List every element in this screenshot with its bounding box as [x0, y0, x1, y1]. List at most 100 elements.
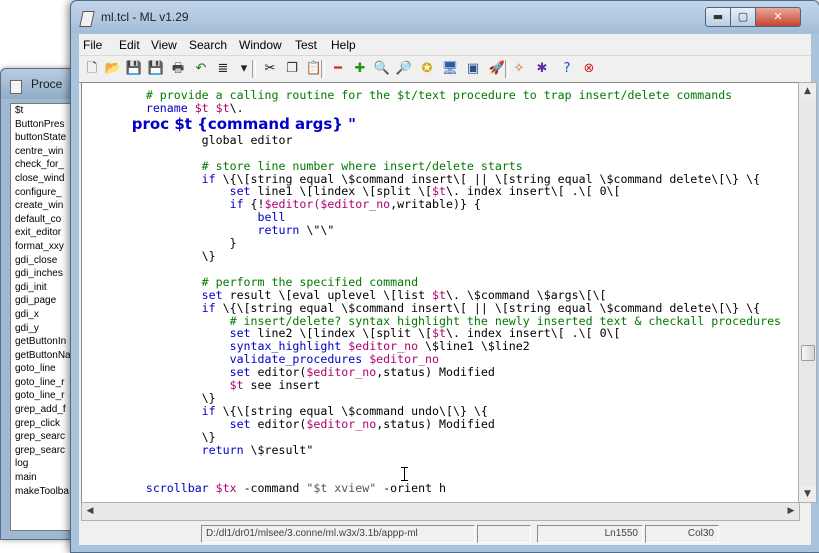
code-line: scrollbar $tx -command "$t xview" -orien… [90, 482, 781, 495]
code-token: return [90, 442, 251, 457]
code-token: proc $t {command args} " [90, 114, 356, 133]
print-icon[interactable]: 🖶 [168, 59, 188, 79]
text-cursor-icon [401, 467, 408, 481]
maximize-button[interactable]: ▢ [730, 7, 756, 27]
main-window: ml.tcl - ML v1.29 ▬ ▢ ✕ File Edit View Sear… [70, 0, 819, 553]
client-area: File Edit View Search Window Test Help 🗋 📂 💾 💾 🖶 ↶ ≣… [79, 34, 817, 545]
menu-help[interactable]: Help [331, 38, 356, 52]
code-line: return \$result" [90, 442, 781, 457]
menu-edit[interactable]: Edit [119, 38, 140, 52]
code-token: ,status) Modified [376, 416, 495, 431]
code-token: $editor_no [348, 339, 426, 354]
code-token: editor( [257, 416, 307, 431]
code-token: $t $t [194, 100, 230, 115]
decrease-icon[interactable]: ━ [328, 59, 348, 79]
code-token: $editor_no [306, 365, 377, 380]
open-folder-icon[interactable]: 📂 [103, 59, 123, 79]
save-all-icon[interactable]: 💾 [146, 59, 166, 79]
code-token: -orient h [376, 481, 447, 496]
toolbar-separator [505, 60, 509, 78]
vertical-scrollbar[interactable]: ▲ ▼ [798, 82, 817, 503]
code-token: validate_procedures [90, 352, 370, 367]
code-line: rename $t $t\. [90, 100, 781, 115]
code-token: global editor [90, 132, 293, 147]
code-token: set [90, 365, 258, 380]
monitor-icon[interactable]: 🖥 [440, 59, 460, 79]
code-token: ,writable)} { [390, 197, 481, 212]
increase-icon[interactable]: ✚ [350, 59, 370, 79]
status-column: Col30 [645, 525, 719, 543]
debug-icon[interactable]: ✱ [532, 59, 552, 79]
format-icon[interactable]: ≣ [213, 59, 233, 79]
code-token: rename [90, 100, 195, 115]
status-line: Ln1550 [537, 525, 643, 543]
code-token: \"\" [306, 223, 335, 238]
code-line: global editor [90, 132, 781, 147]
feather-icon [79, 11, 95, 27]
code-token: $t [432, 326, 447, 341]
stop-icon[interactable]: ⊗ [579, 59, 599, 79]
scroll-down-arrow-icon[interactable]: ▼ [799, 486, 816, 502]
toolbar: 🗋 📂 💾 💾 🖶 ↶ ≣ ▾ ✂ ❐ 📋 ━ ✚ 🔍 🔎 ✪ 🖥 ▣ 🚀 ✧ ✱? ⊗ [79, 55, 811, 83]
statusbar: D:/dl1/dr01/mlsee/3.conne/ml.w3x/3.1b/ap… [79, 521, 811, 545]
code-token: \{\[string equal \$command insert\[ || \… [222, 300, 761, 315]
code-token: line1 \[lindex \[split \[ [257, 184, 433, 199]
menubar: File Edit View Search Window Test Help [79, 34, 811, 55]
code-token: } [90, 236, 237, 251]
code-token: # perform the specified command [90, 274, 419, 289]
vertical-scroll-thumb[interactable] [801, 345, 815, 361]
code-token: $editor_no [369, 352, 440, 367]
bookmark-icon[interactable]: ✪ [417, 59, 437, 79]
scroll-right-arrow-icon[interactable]: ▶ [783, 503, 799, 520]
find-icon[interactable]: 🔍 [372, 59, 392, 79]
save-icon[interactable]: 💾 [124, 59, 144, 79]
code-token: \. index insert\[ .\[ 0\[ [446, 184, 621, 199]
code-token: $t [432, 184, 447, 199]
scroll-left-arrow-icon[interactable]: ◀ [82, 503, 98, 520]
code-token: "$t xview" [306, 481, 377, 496]
menu-search[interactable]: Search [189, 38, 227, 52]
toolbar-separator [252, 60, 256, 78]
help-icon[interactable]: ? [557, 59, 577, 79]
code-token: set [90, 326, 258, 341]
code-text[interactable]: # provide a calling routine for the $t/t… [90, 89, 781, 495]
code-token: -command [243, 481, 307, 496]
horizontal-scrollbar[interactable]: ◀ ▶ [81, 502, 800, 521]
new-file-icon[interactable]: 🗋 [82, 59, 102, 79]
code-token: ,status) Modified [376, 365, 495, 380]
code-token: \. index insert\[ .\[ 0\[ [446, 326, 621, 341]
menu-view[interactable]: View [151, 38, 177, 52]
code-token: \} [90, 390, 216, 405]
code-token: $editor_no [306, 416, 377, 431]
undo-icon[interactable]: ↶ [191, 59, 211, 79]
code-token: editor( [257, 365, 307, 380]
code-token: if [90, 171, 223, 186]
close-button[interactable]: ✕ [755, 7, 801, 27]
code-token: $editor($editor_no [264, 197, 391, 212]
procedures-title: Proce [31, 77, 63, 91]
scroll-up-arrow-icon[interactable]: ▲ [799, 83, 816, 99]
code-token: \} [90, 248, 216, 263]
code-token: # store line number where insert/delete … [90, 158, 523, 173]
code-token: set [90, 287, 230, 302]
cut-icon[interactable]: ✂ [260, 59, 280, 79]
menu-window[interactable]: Window [239, 38, 282, 52]
code-line: \} [90, 250, 781, 263]
window-title: ml.tcl - ML v1.29 [101, 10, 189, 24]
menu-test[interactable]: Test [295, 38, 317, 52]
wand-icon[interactable]: ✧ [509, 59, 529, 79]
dropdown-icon[interactable]: ▾ [234, 59, 254, 79]
minimize-button[interactable]: ▬ [705, 7, 731, 27]
find-next-icon[interactable]: 🔎 [394, 59, 414, 79]
copy-icon[interactable]: ❐ [282, 59, 302, 79]
window-icon[interactable]: ▣ [463, 59, 483, 79]
titlebar[interactable]: ml.tcl - ML v1.29 ▬ ▢ ✕ [71, 1, 819, 33]
code-token: if [90, 403, 223, 418]
code-editor[interactable]: # provide a calling routine for the $t/t… [81, 82, 800, 503]
code-token: \{\[string equal \$command undo\[\} \{ [222, 403, 488, 418]
rocket-icon[interactable]: 🚀 [487, 59, 507, 79]
code-token: return [90, 223, 307, 238]
code-token: {! [250, 197, 265, 212]
menu-file[interactable]: File [83, 38, 102, 52]
